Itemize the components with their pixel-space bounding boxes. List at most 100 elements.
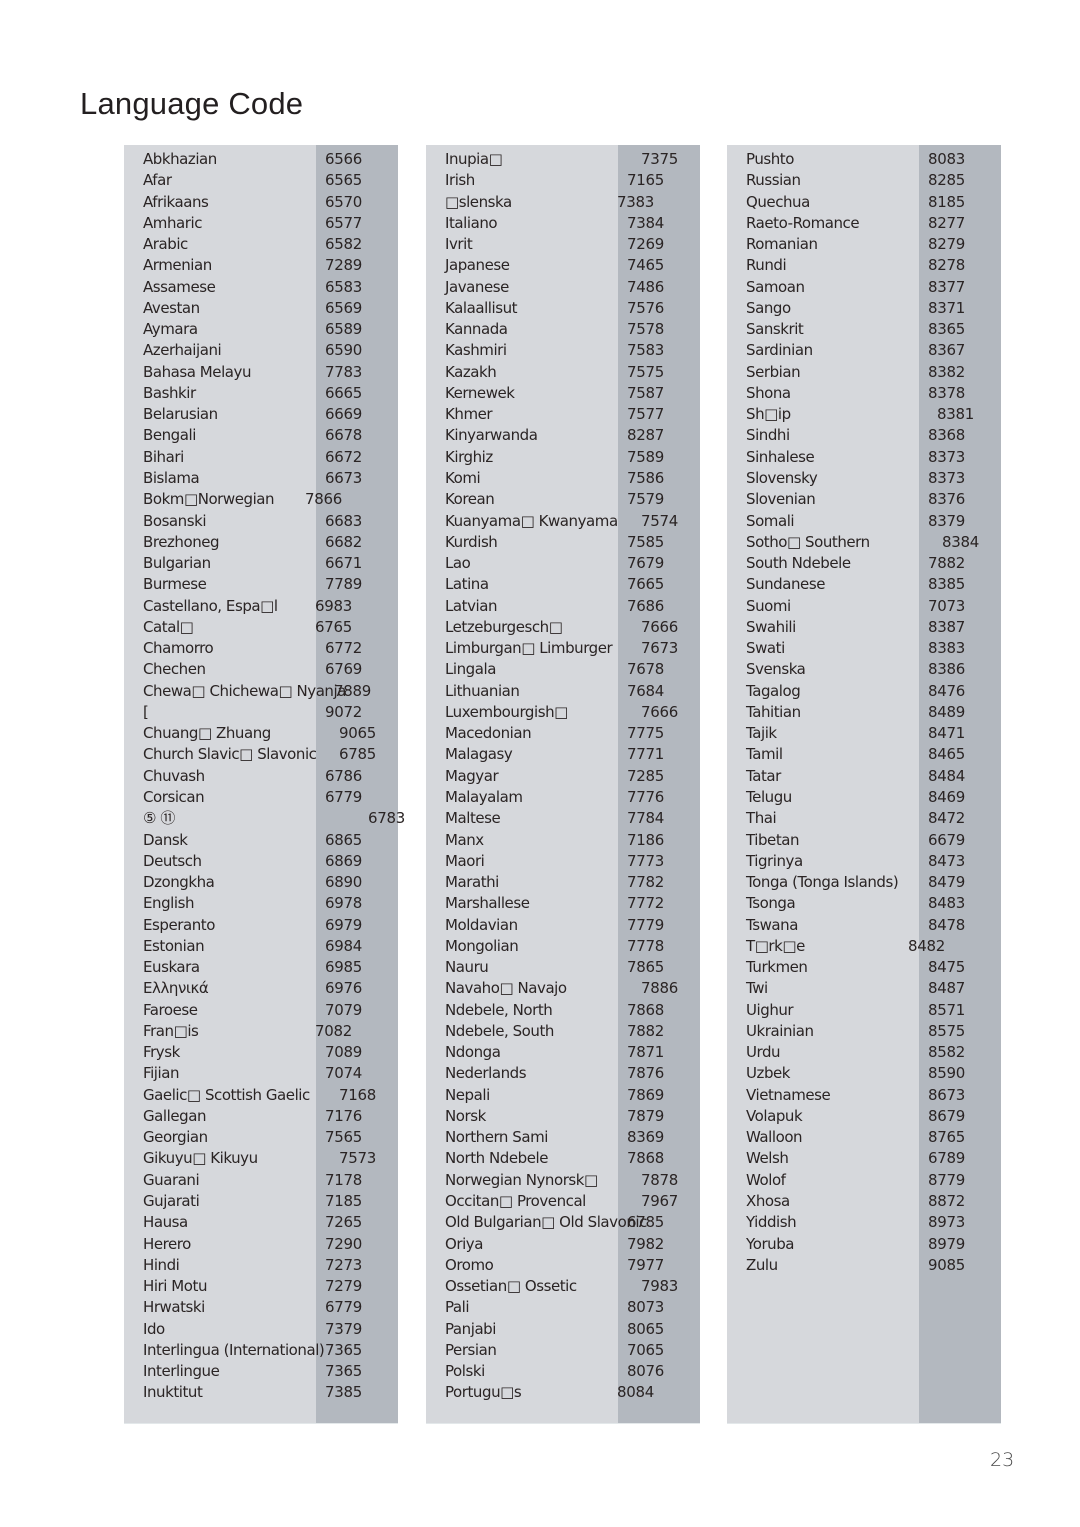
language-code: 7375 <box>641 150 678 168</box>
language-code: 7865 <box>627 958 664 977</box>
language-row: Sardinian 8367 <box>746 340 1001 361</box>
language-code: 6769 <box>325 660 362 679</box>
language-row: Sinhalese 8373 <box>746 447 1001 468</box>
language-row: Arabic 6582 <box>143 234 398 255</box>
language-code: 8376 <box>928 490 965 509</box>
language-code: 8472 <box>928 809 965 828</box>
language-name: Sango <box>746 298 791 317</box>
language-code: 8076 <box>627 1362 664 1381</box>
language-name: Georgian <box>143 1128 208 1147</box>
language-name: South Ndebele <box>746 554 851 573</box>
language-name: Bashkir <box>143 383 196 402</box>
language-code: 7269 <box>627 235 664 254</box>
language-code: 6890 <box>325 873 362 892</box>
language-name: Swati <box>746 639 785 658</box>
language-code: 7573 <box>339 1149 376 1168</box>
language-name: Telugu <box>746 787 792 806</box>
language-row: Frysk 7089 <box>143 1042 398 1063</box>
language-code: 8582 <box>928 1043 965 1062</box>
language-name: Luxembourgish□ <box>445 702 568 721</box>
language-row: Slovenian 8376 <box>746 489 1001 510</box>
language-row: Bengali 6678 <box>143 425 398 446</box>
language-row: Latina 7665 <box>445 574 700 595</box>
language-name: Romanian <box>746 235 818 254</box>
language-name: Ndonga <box>445 1043 501 1062</box>
language-code: 8475 <box>928 958 965 977</box>
language-row: Ivrit 7269 <box>445 234 700 255</box>
language-table-column-2: Inupia□ 7375 Irish 7165 □slenska 7383 Italiano… <box>426 145 700 1424</box>
language-row: Bislama 6673 <box>143 468 398 489</box>
language-row: Suomi 7073 <box>746 596 1001 617</box>
language-code: 8479 <box>928 873 965 892</box>
language-name: Latvian <box>445 596 498 615</box>
language-name: Mongolian <box>445 936 519 955</box>
language-row: Uighur 8571 <box>746 1000 1001 1021</box>
language-code: 7578 <box>627 320 664 339</box>
language-row: Hindi 7273 <box>143 1255 398 1276</box>
language-row: Bosanski 6683 <box>143 511 398 532</box>
language-code: 8371 <box>928 298 965 317</box>
language-row: Armenian 7289 <box>143 255 398 276</box>
language-code: 7365 <box>325 1340 362 1359</box>
language-name: Chamorro <box>143 639 214 658</box>
language-row: Amharic 6577 <box>143 213 398 234</box>
language-code: 6779 <box>325 1298 362 1317</box>
language-code: 7082 <box>315 1021 352 1040</box>
language-name: Yoruba <box>746 1234 795 1253</box>
language-name: Samoan <box>746 277 805 296</box>
language-code: 7273 <box>325 1255 362 1274</box>
language-name: Lao <box>445 554 471 573</box>
language-row: Tagalog 8476 <box>746 681 1001 702</box>
language-name: Wolof <box>746 1170 786 1189</box>
language-name: Portugu□s <box>445 1383 522 1402</box>
language-name: Urdu <box>746 1043 781 1062</box>
language-code: 6665 <box>325 383 362 402</box>
language-code: 6978 <box>325 894 362 913</box>
language-row: Azerhaijani 6590 <box>143 340 398 361</box>
language-row: Lao 7679 <box>445 553 700 574</box>
language-row: Gallegan 7176 <box>143 1106 398 1127</box>
language-table-column-3: Pushto 8083 Russian 8285 Quechua 8185 Raeto-Ro… <box>727 145 1001 1424</box>
language-row: Tahitian 8489 <box>746 702 1001 723</box>
language-name: Assamese <box>143 277 216 296</box>
language-name: Aymara <box>143 320 198 339</box>
language-name: Dansk <box>143 830 188 849</box>
language-name: Inuktitut <box>143 1383 203 1402</box>
language-row: Sotho□ Southern 8384 <box>746 532 1001 553</box>
language-code: 8469 <box>928 787 965 806</box>
language-row: Luxembourgish□ 7666 <box>445 702 700 723</box>
language-row: Ndonga 7871 <box>445 1042 700 1063</box>
language-name: Uzbek <box>746 1064 791 1083</box>
language-name: Macedonian <box>445 724 532 743</box>
language-name: Corsican <box>143 787 205 806</box>
language-row: Raeto-Romance 8277 <box>746 213 1001 234</box>
language-row: Ndebele, North 7868 <box>445 1000 700 1021</box>
language-name: Kashmiri <box>445 341 507 360</box>
language-row: Tigrinya 8473 <box>746 851 1001 872</box>
language-code: 6582 <box>325 235 362 254</box>
language-code: 7565 <box>325 1128 362 1147</box>
language-row: Navaho□ Navajo 7886 <box>445 978 700 999</box>
language-name: Nederlands <box>445 1064 527 1083</box>
language-code: 8387 <box>928 617 965 636</box>
language-list: Pushto 8083 Russian 8285 Quechua 8185 Raeto-Ro… <box>746 149 1001 1276</box>
language-row: Slovensky 8373 <box>746 468 1001 489</box>
language-code: 9072 <box>325 702 362 721</box>
language-code: 7771 <box>627 745 664 764</box>
language-name: Amharic <box>143 213 203 232</box>
language-code: 6789 <box>928 1149 965 1168</box>
language-name: Hindi <box>143 1255 180 1274</box>
language-row: Gujarati 7185 <box>143 1191 398 1212</box>
language-code: 8279 <box>928 235 965 254</box>
language-code: 7586 <box>627 468 664 487</box>
language-code: 7878 <box>641 1170 678 1189</box>
language-row: Fijian 7074 <box>143 1063 398 1084</box>
language-name: Raeto-Romance <box>746 213 860 232</box>
language-row: Manx 7186 <box>445 830 700 851</box>
language-row: Maltese 7784 <box>445 808 700 829</box>
language-code: 7684 <box>627 681 664 700</box>
language-row: Russian 8285 <box>746 170 1001 191</box>
language-code: 6682 <box>325 532 362 551</box>
language-row: Shona 8378 <box>746 383 1001 404</box>
language-code: 7587 <box>627 383 664 402</box>
